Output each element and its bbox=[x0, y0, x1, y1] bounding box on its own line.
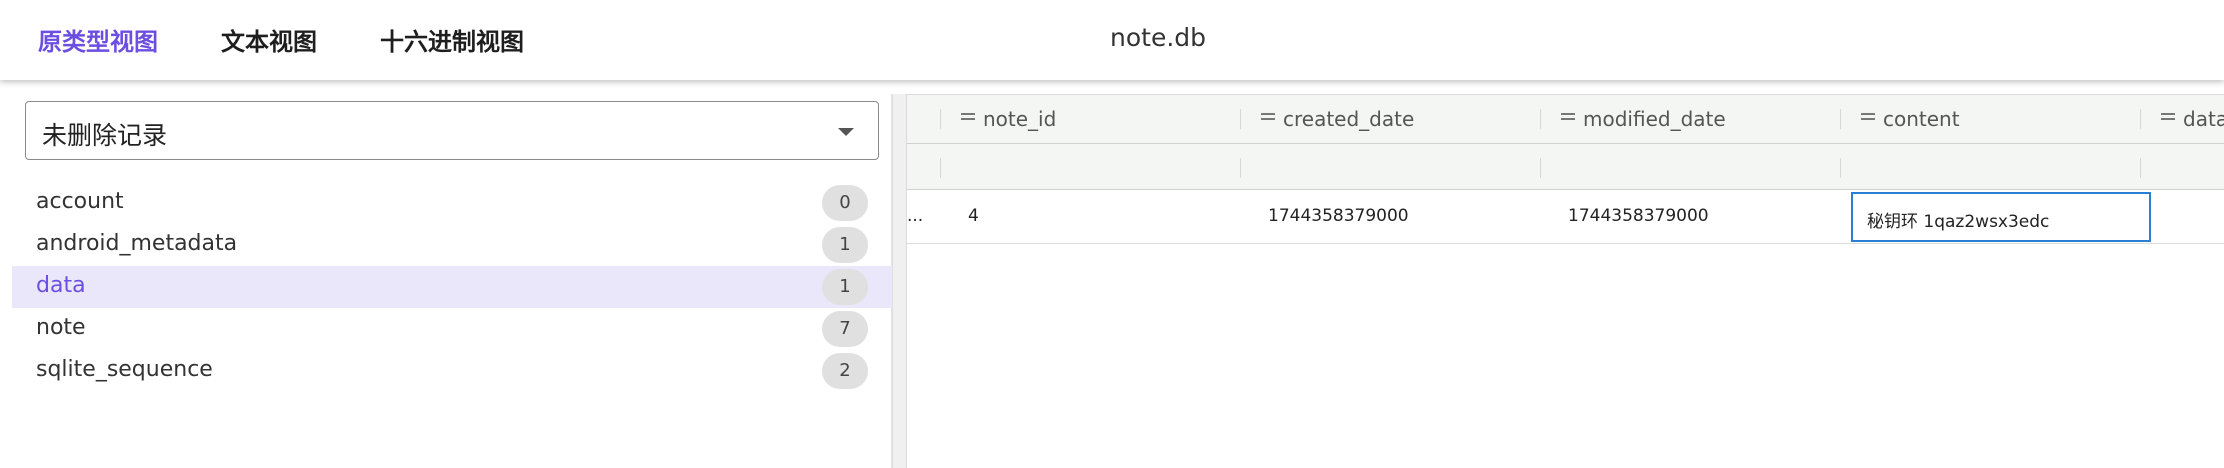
filter-divider bbox=[2140, 158, 2141, 178]
record-count-badge: 1 bbox=[822, 227, 868, 263]
cell-modified-date[interactable]: 1744358379000 bbox=[1568, 206, 1709, 226]
cell-note-id[interactable]: 4 bbox=[968, 206, 979, 226]
record-count-badge: 7 bbox=[822, 311, 868, 347]
record-count-badge: 1 bbox=[822, 269, 868, 305]
table-item-note[interactable]: note 7 bbox=[12, 308, 892, 350]
column-header-note-id[interactable]: note_id bbox=[983, 107, 1056, 131]
table-item-sqlite-sequence[interactable]: sqlite_sequence 2 bbox=[12, 350, 892, 392]
records-grid: note_id created_date modified_date conte… bbox=[907, 94, 2224, 468]
column-divider[interactable] bbox=[1240, 109, 1241, 129]
tab-text-view[interactable]: 文本视图 bbox=[221, 22, 317, 57]
filter-divider bbox=[1840, 158, 1841, 178]
chevron-down-icon[interactable] bbox=[838, 128, 854, 136]
filter-divider bbox=[1540, 158, 1541, 178]
column-menu-icon[interactable] bbox=[2161, 113, 2175, 125]
column-menu-icon[interactable] bbox=[1261, 113, 1275, 125]
table-item-data[interactable]: data 1 bbox=[12, 266, 892, 308]
record-filter-value: 未删除记录 bbox=[42, 121, 168, 150]
column-divider[interactable] bbox=[940, 109, 941, 129]
column-divider[interactable] bbox=[2140, 109, 2141, 129]
tab-raw-type-view[interactable]: 原类型视图 bbox=[38, 22, 158, 57]
table-name: sqlite_sequence bbox=[36, 357, 213, 382]
tab-hex-view[interactable]: 十六进制视图 bbox=[380, 22, 524, 57]
grid-header-row: note_id created_date modified_date conte… bbox=[907, 94, 2224, 144]
column-header-created-date[interactable]: created_date bbox=[1283, 107, 1414, 131]
table-name: data bbox=[36, 273, 86, 298]
column-menu-icon[interactable] bbox=[1861, 113, 1875, 125]
table-item-android-metadata[interactable]: android_metadata 1 bbox=[12, 224, 892, 266]
record-count-badge: 2 bbox=[822, 353, 868, 389]
column-header-modified-date[interactable]: modified_date bbox=[1583, 107, 1726, 131]
record-count-badge: 0 bbox=[822, 185, 868, 221]
table-name: note bbox=[36, 315, 86, 340]
grid-filter-row bbox=[907, 144, 2224, 190]
file-title: note.db bbox=[1110, 23, 1207, 52]
column-divider[interactable] bbox=[1840, 109, 1841, 129]
column-menu-icon[interactable] bbox=[1561, 113, 1575, 125]
table-sidebar: 未删除记录 account 0 android_metadata 1 data … bbox=[12, 94, 892, 468]
column-divider[interactable] bbox=[1540, 109, 1541, 129]
column-header-data[interactable]: data bbox=[2183, 107, 2224, 131]
table-item-account[interactable]: account 0 bbox=[12, 182, 892, 224]
column-header-content[interactable]: content bbox=[1883, 107, 1960, 131]
filter-divider bbox=[1240, 158, 1241, 178]
record-filter-select[interactable]: 未删除记录 bbox=[25, 101, 879, 160]
cell-content[interactable]: 秘钥环 1qaz2wsx3edc bbox=[1851, 192, 2151, 242]
table-list: account 0 android_metadata 1 data 1 note… bbox=[12, 182, 892, 392]
column-menu-icon[interactable] bbox=[961, 113, 975, 125]
panel-resize-handle[interactable] bbox=[892, 94, 907, 468]
table-name: account bbox=[36, 189, 124, 214]
table-name: android_metadata bbox=[36, 231, 238, 256]
cell-created-date[interactable]: 1744358379000 bbox=[1268, 206, 1409, 226]
top-toolbar: 原类型视图 文本视图 十六进制视图 note.db bbox=[0, 0, 2224, 80]
filter-divider bbox=[940, 158, 941, 178]
truncated-cell[interactable]: ... bbox=[907, 206, 923, 226]
table-row[interactable]: ... 4 1744358379000 1744358379000 秘钥环 1q… bbox=[907, 190, 2224, 244]
